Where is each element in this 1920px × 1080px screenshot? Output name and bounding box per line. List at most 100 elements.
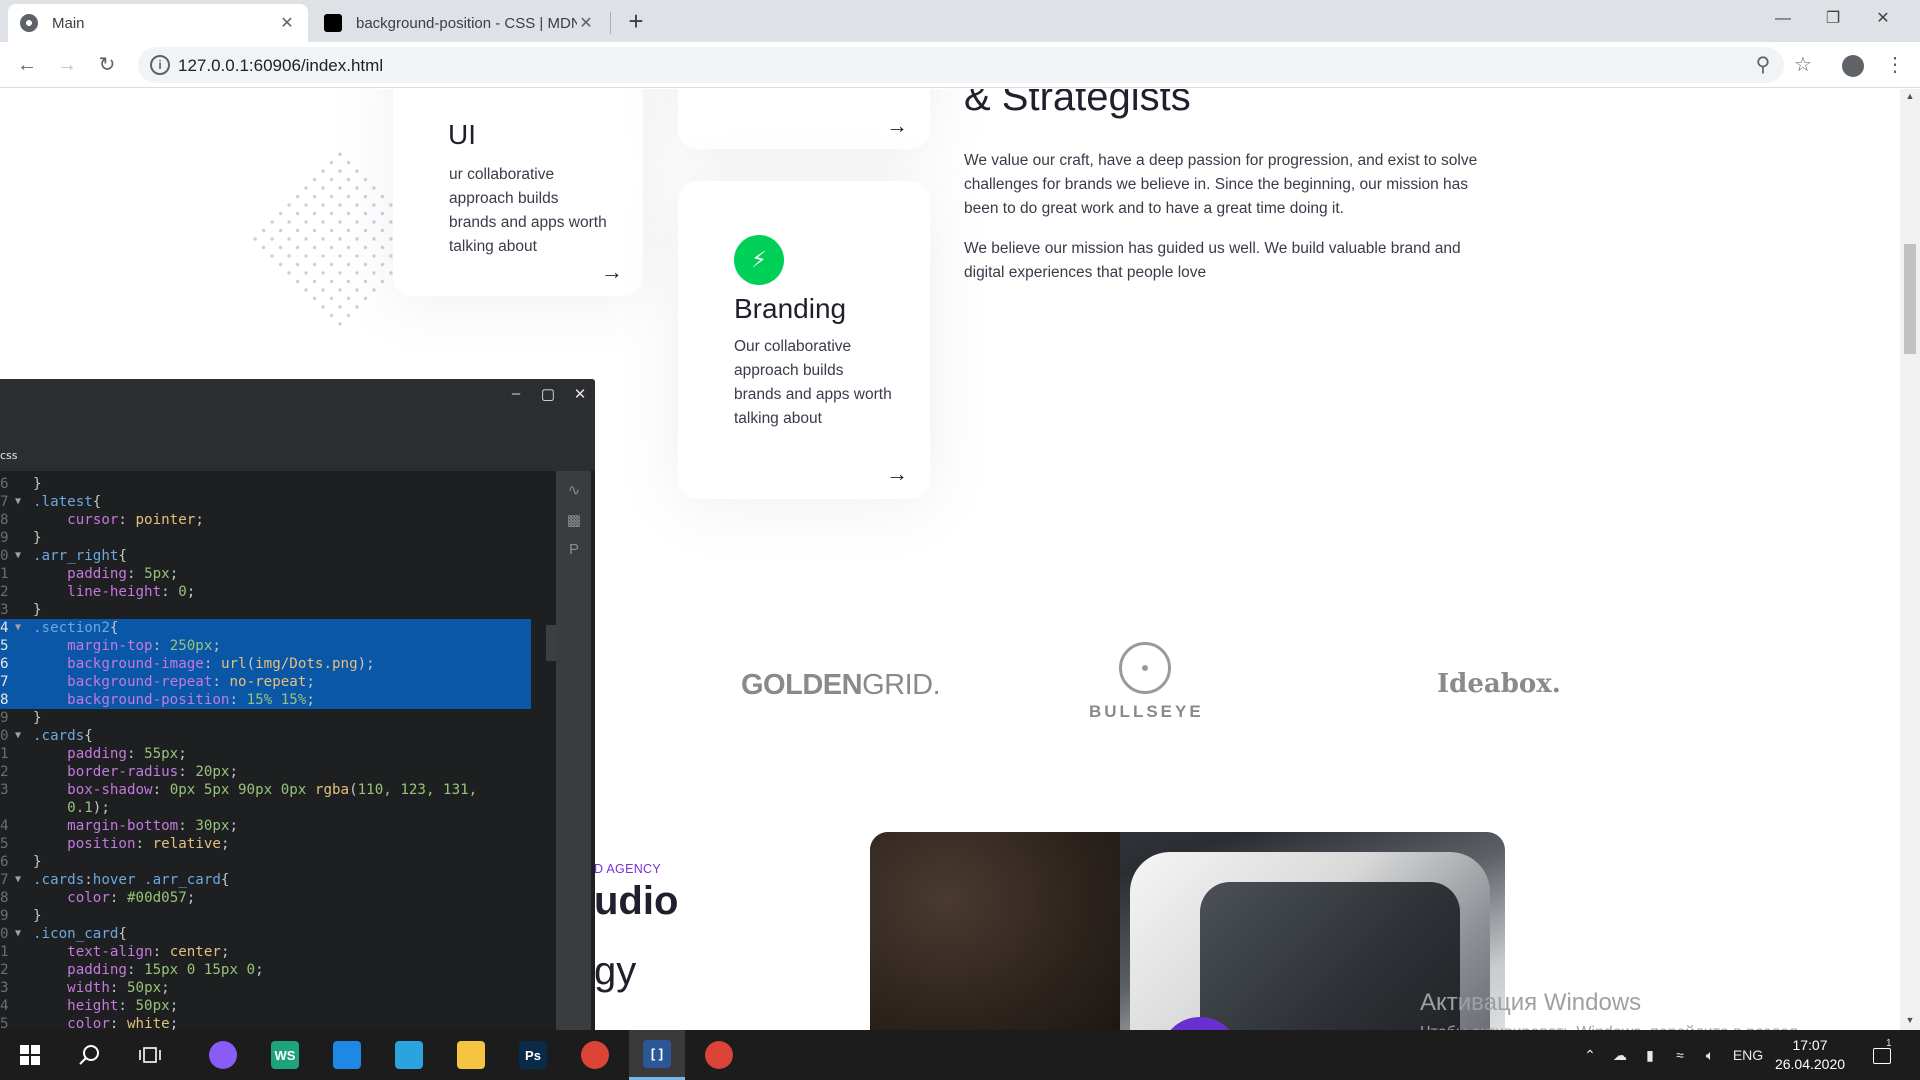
language-indicator[interactable]: ENG <box>1728 1030 1768 1080</box>
code-line[interactable]: 7 ▼ .cards:hover .arr_card{ <box>0 871 545 889</box>
wifi-icon[interactable]: ≈ <box>1665 1030 1695 1080</box>
tab-mdn[interactable]: background-position - CSS | MDN ✕ <box>312 4 607 42</box>
onedrive-icon[interactable]: ☁ <box>1605 1030 1635 1080</box>
scroll-down-icon[interactable]: ▼ <box>1900 1015 1920 1025</box>
volume-icon[interactable]: 🔈︎ <box>1695 1030 1725 1080</box>
fold-toggle-icon[interactable]: ▼ <box>15 727 21 745</box>
site-info-icon[interactable]: i <box>150 55 170 75</box>
fold-toggle-icon[interactable]: ▼ <box>15 925 21 943</box>
code-line[interactable]: 3 width: 50px; <box>0 979 545 997</box>
editor-scrollbar[interactable] <box>546 475 556 1030</box>
scrollbar-thumb[interactable] <box>1904 244 1916 354</box>
code-line[interactable]: 8 background-position: 15% 15%; <box>0 691 531 709</box>
code-line[interactable]: 6} <box>0 475 545 493</box>
code-line[interactable]: 7 ▼ .latest{ <box>0 493 545 511</box>
service-card[interactable]: → <box>678 89 930 149</box>
code-line[interactable]: 5 position: relative; <box>0 835 545 853</box>
profile-avatar-icon[interactable] <box>1838 50 1868 80</box>
close-window-icon[interactable]: ✕ <box>1860 0 1906 38</box>
maximize-editor-icon[interactable]: ▢ <box>536 385 560 403</box>
forward-icon[interactable]: → <box>52 50 82 80</box>
telegram-icon[interactable] <box>381 1030 437 1080</box>
extensions-icon[interactable]: ▩ <box>562 511 586 529</box>
new-tab-button[interactable]: + <box>620 6 652 38</box>
minimize-window-icon[interactable]: — <box>1760 0 1806 38</box>
code-line[interactable]: 9} <box>0 529 545 547</box>
brackets-icon[interactable]: [ ] <box>629 1030 685 1080</box>
code-line[interactable]: 5 color: white; <box>0 1015 545 1030</box>
code-token: } <box>33 476 42 492</box>
line-number: 3 <box>0 980 9 996</box>
code-line[interactable]: 0 ▼ .arr_right{ <box>0 547 545 565</box>
webstorm-icon[interactable]: WS <box>257 1030 313 1080</box>
service-card-ui[interactable]: UI ur collaborative approach builds bran… <box>393 89 643 296</box>
code-token: } <box>33 602 42 618</box>
bookmark-star-icon[interactable]: ☆ <box>1788 50 1818 80</box>
back-icon[interactable]: ← <box>12 50 42 80</box>
code-line[interactable]: 3 box-shadow: 0px 5px 90px 0px rgba(110,… <box>0 781 545 799</box>
fold-toggle-icon[interactable]: ▼ <box>15 547 21 565</box>
photoshop-icon[interactable]: Ps <box>505 1030 561 1080</box>
fold-toggle-icon[interactable]: ▼ <box>15 871 21 889</box>
code-line[interactable]: 5 margin-top: 250px; <box>0 637 531 655</box>
task-view-icon[interactable] <box>122 1030 178 1080</box>
notifications-icon[interactable]: 1 <box>1862 1030 1902 1080</box>
live-preview-icon[interactable]: ∿ <box>562 481 586 499</box>
editor-file-tab[interactable]: css <box>0 449 18 462</box>
php-icon[interactable]: P <box>562 541 586 558</box>
code-line[interactable]: 8 color: #00d057; <box>0 889 545 907</box>
address-bar[interactable]: i 127.0.0.1:60906/index.html <box>138 47 1784 83</box>
vscode-icon[interactable] <box>319 1030 375 1080</box>
code-area[interactable]: 6} 7 ▼ .latest{8 cursor: pointer; 9} 0 ▼ .arr_r… <box>0 475 545 1030</box>
menu-kebab-icon[interactable]: ⋮ <box>1880 50 1910 80</box>
alice-icon[interactable] <box>195 1030 251 1080</box>
code-line[interactable]: 1 padding: 55px; <box>0 745 545 763</box>
code-line[interactable]: 3} <box>0 601 545 619</box>
code-line[interactable]: 6 background-image: url(img/Dots.png); <box>0 655 531 673</box>
code-line[interactable]: 9} <box>0 709 545 727</box>
code-line[interactable]: 4 margin-bottom: 30px; <box>0 817 545 835</box>
url-text[interactable]: 127.0.0.1:60906/index.html <box>178 56 383 76</box>
minimize-editor-icon[interactable]: – <box>504 385 528 402</box>
clock[interactable]: 17:07 26.04.2020 <box>1770 1036 1850 1074</box>
editor-scrollbar-thumb[interactable] <box>546 625 556 661</box>
code-line[interactable]: 2 line-height: 0; <box>0 583 545 601</box>
search-icon[interactable] <box>62 1030 118 1080</box>
close-tab-icon[interactable]: ✕ <box>577 13 595 33</box>
code-line[interactable]: 2 padding: 15px 0 15px 0; <box>0 961 545 979</box>
code-line[interactable]: 2 border-radius: 20px; <box>0 763 545 781</box>
file-explorer-icon[interactable] <box>443 1030 499 1080</box>
code-line[interactable]: 8 cursor: pointer; <box>0 511 545 529</box>
close-editor-icon[interactable]: ✕ <box>568 385 592 403</box>
windows-start-icon[interactable] <box>2 1030 58 1080</box>
battery-icon[interactable]: ▮ <box>1635 1030 1665 1080</box>
arrow-right-icon[interactable]: → <box>601 259 623 285</box>
code-line[interactable]: 7 background-repeat: no-repeat; <box>0 673 531 691</box>
restore-window-icon[interactable]: ❐ <box>1810 0 1856 38</box>
arrow-right-icon[interactable]: → <box>886 113 908 139</box>
code-line[interactable]: 0.1); <box>0 799 545 817</box>
code-line[interactable]: 4 height: 50px; <box>0 997 545 1015</box>
reload-icon[interactable]: ↻ <box>92 50 122 80</box>
code-line[interactable]: 9} <box>0 907 545 925</box>
fold-toggle-icon[interactable]: ▼ <box>15 619 21 637</box>
close-tab-icon[interactable]: ✕ <box>278 13 296 33</box>
code-line[interactable]: 1 text-align: center; <box>0 943 545 961</box>
code-line[interactable]: 0 ▼ .icon_card{ <box>0 925 545 943</box>
page-scrollbar[interactable]: ▲ ▼ <box>1900 89 1920 1030</box>
service-card-branding[interactable]: ⚡︎ Branding Our collaborative approach b… <box>678 181 930 499</box>
code-line[interactable]: 4 ▼ .section2{ <box>0 619 531 637</box>
code-line[interactable]: 1 padding: 5px; <box>0 565 545 583</box>
chrome-icon[interactable] <box>567 1030 623 1080</box>
code-line[interactable]: 6} <box>0 853 545 871</box>
scroll-up-icon[interactable]: ▲ <box>1900 91 1920 101</box>
chrome-icon-2[interactable] <box>691 1030 747 1080</box>
zoom-icon[interactable]: ⚲ <box>1748 50 1778 80</box>
code-line[interactable]: 0 ▼ .cards{ <box>0 727 545 745</box>
tab-main[interactable]: Main ✕ <box>8 4 308 42</box>
arrow-right-icon[interactable]: → <box>886 461 908 487</box>
tray-chevron-icon[interactable]: ⌃ <box>1575 1030 1605 1080</box>
fold-toggle-icon[interactable]: ▼ <box>15 493 21 511</box>
